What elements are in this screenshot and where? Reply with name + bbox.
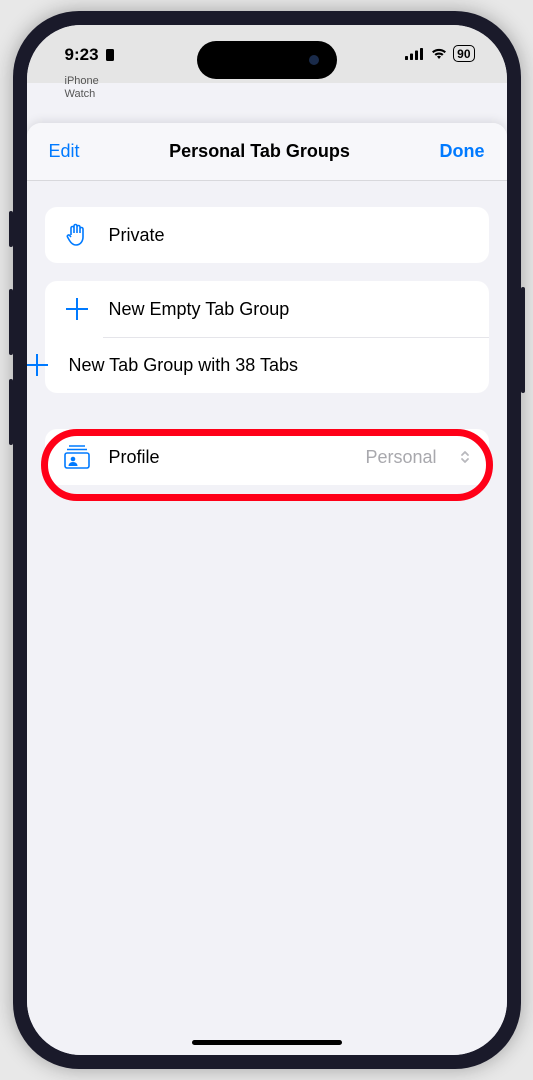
- private-row[interactable]: Private: [45, 207, 489, 263]
- background-app-hint: iPhone Watch: [65, 75, 99, 101]
- sheet-header: Edit Personal Tab Groups Done: [27, 123, 507, 181]
- screen: 9:23 90: [27, 25, 507, 1055]
- edit-button[interactable]: Edit: [49, 141, 80, 162]
- new-empty-label: New Empty Tab Group: [109, 299, 471, 320]
- phone-frame: 9:23 90: [13, 11, 521, 1069]
- hand-privacy-icon: [63, 221, 91, 249]
- cellular-signal-icon: [405, 47, 425, 60]
- sheet-title: Personal Tab Groups: [169, 141, 350, 162]
- wifi-icon: [430, 47, 448, 60]
- private-section: Private: [45, 207, 489, 263]
- status-time: 9:23: [65, 45, 99, 65]
- new-tab-group-section: New Empty Tab Group New Tab Group with 3…: [45, 281, 489, 393]
- dynamic-island: [197, 41, 337, 79]
- new-with-tabs-label: New Tab Group with 38 Tabs: [69, 355, 471, 376]
- done-button[interactable]: Done: [439, 141, 484, 162]
- tab-groups-sheet: Edit Personal Tab Groups Done Private: [27, 123, 507, 1055]
- profile-section: Profile Personal: [45, 429, 489, 485]
- phone-side-button-right: [521, 287, 525, 393]
- profile-value: Personal: [365, 447, 436, 468]
- profile-row[interactable]: Profile Personal: [45, 429, 489, 485]
- plus-icon: [63, 295, 91, 323]
- private-label: Private: [109, 225, 471, 246]
- profile-icon: [63, 443, 91, 471]
- new-tab-group-with-tabs-row[interactable]: New Tab Group with 38 Tabs: [45, 337, 489, 393]
- new-empty-tab-group-row[interactable]: New Empty Tab Group: [45, 281, 489, 337]
- battery-icon: 90: [453, 45, 474, 62]
- updown-chevron-icon: [459, 449, 471, 465]
- phone-side-buttons-left: [9, 211, 13, 469]
- plus-icon: [27, 351, 51, 379]
- home-indicator[interactable]: [192, 1040, 342, 1045]
- profile-label: Profile: [109, 447, 348, 468]
- location-services-icon: [103, 48, 117, 62]
